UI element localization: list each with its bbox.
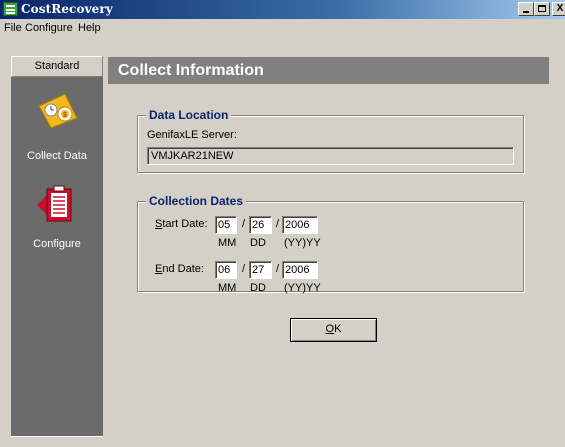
close-icon: X bbox=[556, 3, 564, 14]
start-year-input[interactable]: 2006 bbox=[282, 216, 318, 234]
server-field[interactable]: VMJKAR21NEW bbox=[147, 147, 514, 165]
format-dd: DD bbox=[250, 282, 266, 294]
maximize-button[interactable] bbox=[534, 2, 550, 16]
start-month-input[interactable]: 05 bbox=[215, 216, 237, 234]
svg-text:$: $ bbox=[63, 112, 67, 119]
date-separator: / bbox=[276, 263, 280, 275]
start-day-input[interactable]: 26 bbox=[249, 216, 272, 234]
date-separator: / bbox=[242, 218, 246, 230]
collection-dates-title: Collection Dates bbox=[146, 194, 247, 208]
end-day-input[interactable]: 27 bbox=[249, 261, 272, 279]
window-title: CostRecovery bbox=[21, 2, 113, 16]
start-date-label: Start Date: bbox=[155, 218, 208, 230]
close-button[interactable]: X bbox=[552, 2, 565, 16]
configure-icon bbox=[37, 185, 72, 222]
app-icon bbox=[3, 2, 18, 16]
minimize-icon bbox=[523, 11, 529, 13]
page-header: Collect Information bbox=[108, 57, 549, 84]
sidebar-item-collect-data[interactable]: $ Collect Data bbox=[11, 86, 103, 166]
sidebar-bottom-tab[interactable] bbox=[11, 436, 103, 447]
sidebar-item-label: Collect Data bbox=[27, 150, 87, 162]
format-yyyy: (YY)YY bbox=[284, 282, 321, 294]
data-location-title: Data Location bbox=[146, 108, 232, 122]
date-separator: / bbox=[242, 263, 246, 275]
sidebar-tab-standard[interactable]: Standard bbox=[11, 56, 103, 77]
ok-button[interactable]: OK bbox=[290, 318, 377, 342]
menu-help[interactable]: Help bbox=[78, 22, 101, 34]
end-date-label: End Date: bbox=[155, 263, 204, 275]
sidebar-item-label: Configure bbox=[33, 238, 81, 250]
end-year-input[interactable]: 2006 bbox=[282, 261, 318, 279]
menu-configure[interactable]: Configure bbox=[25, 22, 73, 34]
date-separator: / bbox=[276, 218, 280, 230]
format-mm: MM bbox=[218, 282, 237, 294]
format-dd: DD bbox=[250, 237, 266, 249]
maximize-icon bbox=[538, 5, 546, 12]
end-month-input[interactable]: 06 bbox=[215, 261, 237, 279]
collect-data-icon: $ bbox=[38, 93, 78, 129]
collection-dates-group: Collection Dates Start Date: 05 / 26 / 2… bbox=[137, 194, 524, 294]
title-bar[interactable]: CostRecovery bbox=[0, 0, 565, 19]
server-label: GenifaxLE Server: bbox=[147, 129, 237, 141]
menu-bar: File Configure Help bbox=[0, 19, 565, 38]
app-window: CostRecovery X File Configure Help Stand… bbox=[0, 0, 565, 447]
minimize-button[interactable] bbox=[518, 2, 534, 16]
menu-file[interactable]: File bbox=[4, 22, 22, 34]
data-location-group: Data Location GenifaxLE Server: VMJKAR21… bbox=[137, 108, 524, 173]
sidebar-item-configure[interactable]: Configure bbox=[11, 183, 103, 255]
format-mm: MM bbox=[218, 237, 237, 249]
page-title: Collect Information bbox=[118, 62, 264, 79]
format-yyyy: (YY)YY bbox=[284, 237, 321, 249]
